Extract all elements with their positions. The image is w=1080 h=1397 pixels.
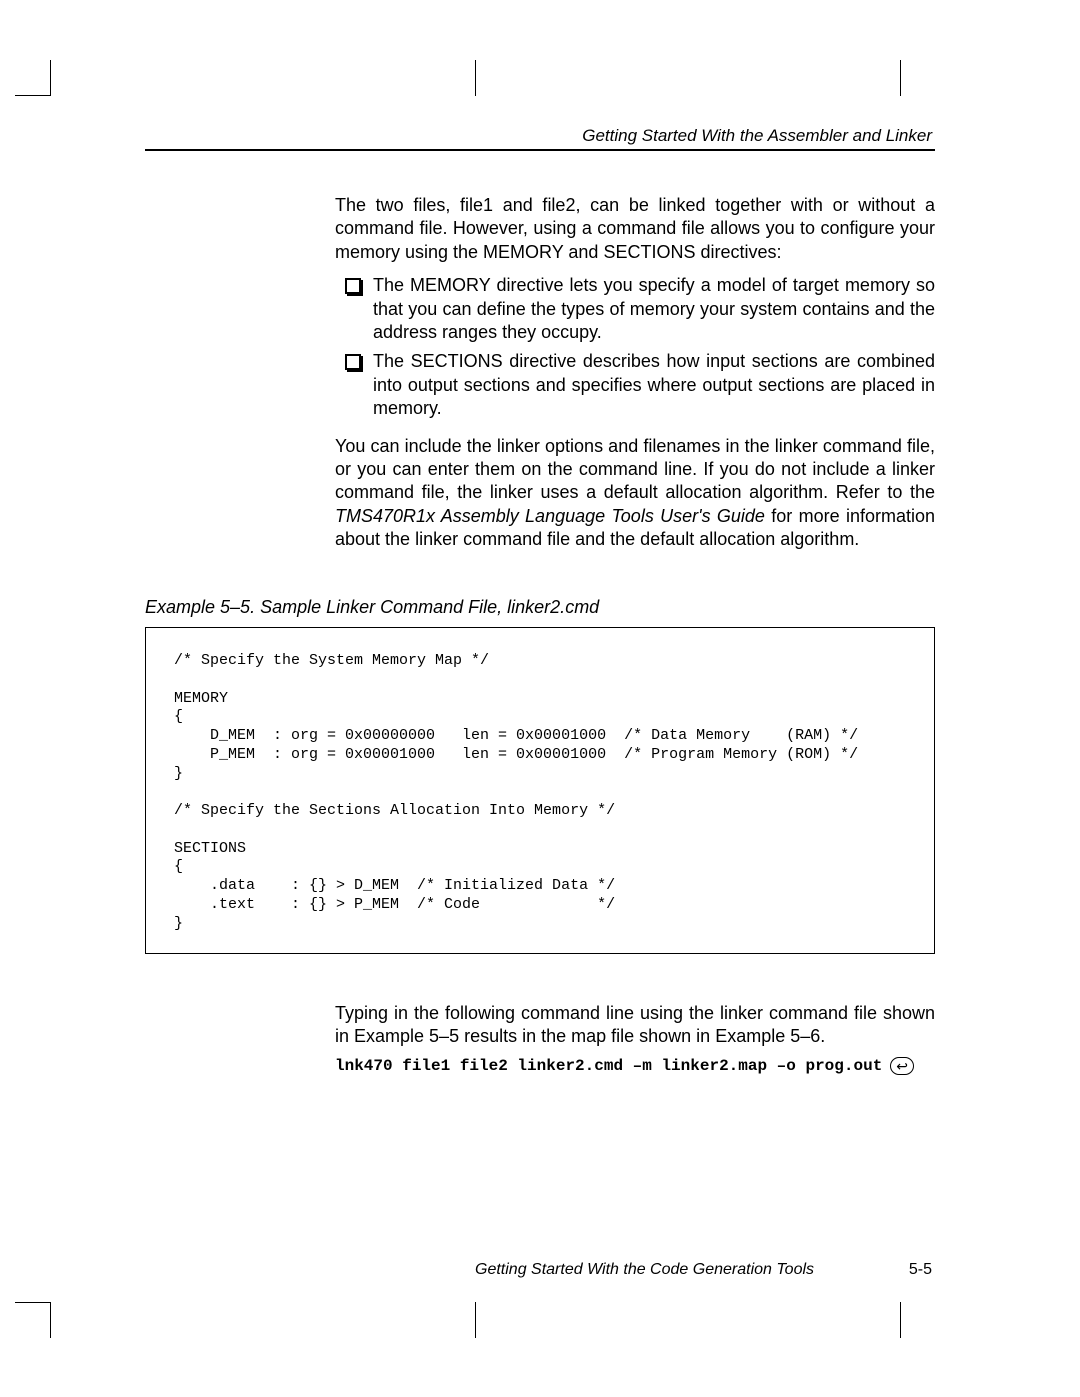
- page-number: 5-5: [909, 1261, 932, 1279]
- crop-mark: [475, 60, 476, 96]
- page: Getting Started With the Assembler and L…: [0, 0, 1080, 1397]
- crop-mark: [15, 95, 50, 96]
- bullet-list: The MEMORY directive lets you specify a …: [335, 274, 935, 420]
- crop-mark: [475, 1302, 476, 1338]
- after-code-paragraph: Typing in the following command line usi…: [335, 1002, 935, 1049]
- text-run: You can include the linker options and f…: [335, 436, 935, 503]
- bullet-text: The SECTIONS directive describes how inp…: [373, 350, 935, 420]
- example-caption: Example 5–5. Sample Linker Command File,…: [145, 597, 599, 618]
- header-rule: [145, 149, 935, 151]
- crop-mark: [15, 1302, 50, 1303]
- footer-title: Getting Started With the Code Generation…: [475, 1261, 814, 1279]
- crop-mark: [50, 60, 51, 96]
- book-title: TMS470R1x Assembly Language Tools User's…: [335, 506, 765, 526]
- intro-paragraph: The two files, file1 and file2, can be l…: [335, 194, 935, 264]
- after-bullets-paragraph: You can include the linker options and f…: [335, 435, 935, 552]
- bullet-icon: [345, 278, 361, 294]
- running-header: Getting Started With the Assembler and L…: [582, 126, 932, 146]
- crop-mark: [900, 1302, 901, 1338]
- bullet-icon: [345, 354, 361, 370]
- crop-mark: [50, 1302, 51, 1338]
- crop-mark: [900, 60, 901, 96]
- enter-key-icon: ↩: [890, 1057, 914, 1075]
- command-line: lnk470 file1 file2 linker2.cmd –m linker…: [335, 1057, 914, 1075]
- code-listing: /* Specify the System Memory Map */ MEMO…: [145, 627, 935, 954]
- command-text: lnk470 file1 file2 linker2.cmd –m linker…: [335, 1057, 882, 1075]
- list-item: The MEMORY directive lets you specify a …: [335, 274, 935, 344]
- bullet-text: The MEMORY directive lets you specify a …: [373, 274, 935, 344]
- list-item: The SECTIONS directive describes how inp…: [335, 350, 935, 420]
- body-column: The two files, file1 and file2, can be l…: [335, 194, 935, 561]
